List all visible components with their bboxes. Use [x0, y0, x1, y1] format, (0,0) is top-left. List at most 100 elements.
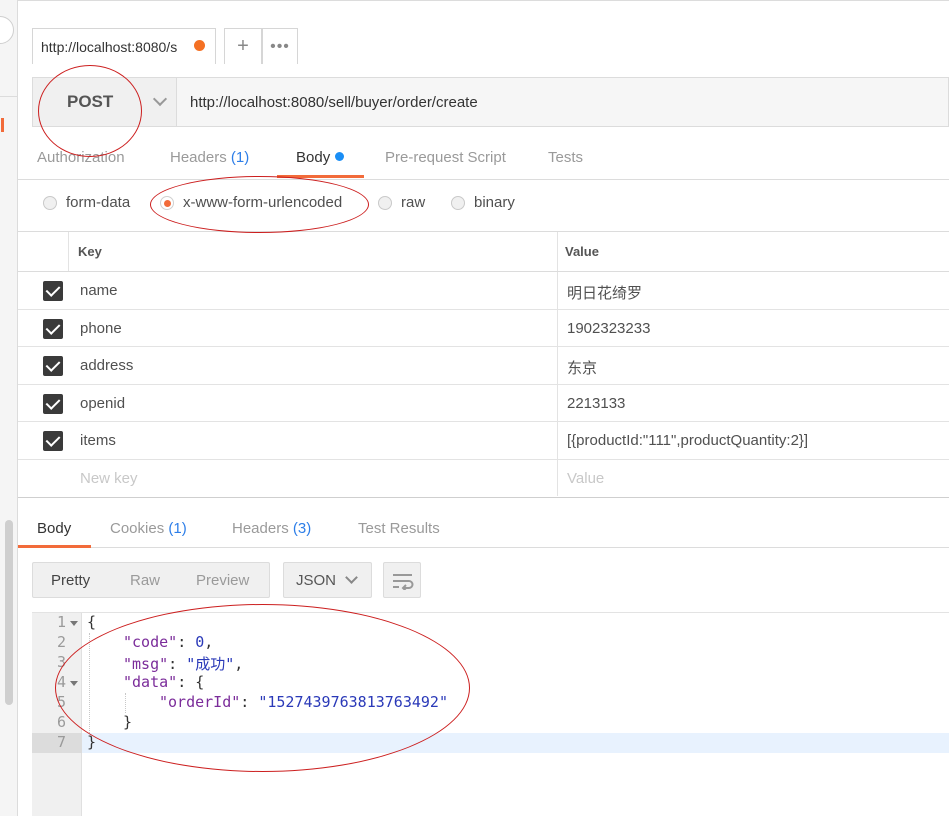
radio-icon: [378, 195, 392, 210]
request-tab[interactable]: http://localhost:8080/s: [32, 28, 216, 64]
tab-cookies[interactable]: Cookies (1): [110, 520, 187, 537]
row-enabled-checkbox[interactable]: [43, 431, 63, 452]
line-number: 4: [32, 673, 82, 693]
new-tab-button[interactable]: +: [224, 28, 262, 64]
chevron-down-icon: [345, 571, 358, 584]
format-label: JSON: [296, 572, 337, 589]
table-row: openid 2213133: [18, 385, 949, 423]
line-number: 5: [56, 693, 66, 711]
body-type-selector: form-data x-www-form-urlencoded raw bina…: [18, 184, 949, 232]
table-row: address 东京: [18, 347, 949, 385]
sidebar-toggle-button[interactable]: [0, 16, 14, 44]
tab-authorization[interactable]: Authorization: [37, 149, 125, 166]
fold-arrow-icon[interactable]: [70, 681, 78, 686]
code-line: "orderId": "1527439763813763492": [159, 693, 448, 711]
table-row: items [{productId:"111",productQuantity:…: [18, 422, 949, 460]
new-key-input[interactable]: New key: [80, 470, 138, 487]
param-key[interactable]: items: [80, 432, 116, 449]
line-number: 1: [32, 613, 82, 633]
param-value[interactable]: [{productId:"111",productQuantity:2}]: [567, 432, 808, 449]
radio-form-data[interactable]: form-data: [43, 194, 130, 211]
window-top-border: [18, 0, 949, 1]
pretty-button[interactable]: Pretty: [51, 572, 90, 589]
sidebar-scrollbar[interactable]: [5, 520, 13, 705]
table-row: name 明日花绮罗: [18, 272, 949, 310]
tab-test-results[interactable]: Test Results: [358, 520, 440, 537]
row-enabled-checkbox[interactable]: [43, 356, 63, 377]
response-section-tabs: Body Cookies (1) Headers (3) Test Result…: [18, 510, 949, 548]
table-header: Key Value: [18, 232, 949, 272]
new-param-row: New key Value: [18, 460, 949, 498]
request-tab-label: http://localhost:8080/s: [41, 38, 178, 55]
chevron-down-icon: [152, 91, 168, 107]
headers-count: (1): [230, 149, 250, 166]
format-select[interactable]: JSON: [283, 562, 372, 598]
line-number: 3: [56, 653, 66, 671]
row-enabled-checkbox[interactable]: [43, 318, 63, 339]
tab-headers[interactable]: Headers (1): [170, 149, 249, 166]
request-section-tabs: Authorization Headers (1) Body Pre-reque…: [18, 140, 949, 180]
raw-button[interactable]: Raw: [130, 572, 160, 589]
indent-guide: [89, 633, 90, 733]
param-key[interactable]: openid: [80, 395, 125, 412]
code-line: "msg": "成功",: [123, 655, 244, 673]
param-value[interactable]: 东京: [567, 357, 597, 378]
radio-binary[interactable]: binary: [451, 194, 515, 211]
code-line: "data": {: [123, 673, 205, 691]
param-key[interactable]: address: [80, 357, 133, 374]
line-number: 2: [56, 633, 66, 651]
tab-response-body[interactable]: Body: [37, 520, 71, 537]
tab-response-headers[interactable]: Headers (3): [232, 520, 311, 537]
radio-icon: [43, 195, 57, 210]
code-line: {: [87, 613, 97, 631]
param-key[interactable]: phone: [80, 320, 122, 337]
method-select[interactable]: POST: [32, 77, 176, 127]
radio-selected-icon: [160, 195, 174, 210]
radio-raw[interactable]: raw: [378, 194, 425, 211]
indent-guide: [125, 693, 126, 713]
unsaved-dot-icon: [194, 40, 205, 51]
active-tab-indicator: [277, 175, 364, 178]
tab-tests[interactable]: Tests: [548, 149, 583, 166]
param-value[interactable]: 2213133: [567, 395, 625, 412]
code-line: }: [87, 733, 97, 751]
param-value[interactable]: 1902323233: [567, 320, 650, 337]
code-line: }: [123, 713, 133, 731]
params-table: Key Value name 明日花绮罗 phone 1902323233 ad…: [18, 232, 949, 498]
response-headers-count: (3): [292, 520, 312, 537]
sidebar-divider: [0, 96, 18, 97]
wrap-lines-button[interactable]: [383, 562, 421, 598]
tab-body[interactable]: Body: [296, 149, 345, 166]
sidebar-active-marker: [1, 118, 4, 132]
url-value: http://localhost:8080/sell/buyer/order/c…: [190, 93, 478, 111]
row-enabled-checkbox[interactable]: [43, 281, 63, 301]
code-line: "code": 0,: [123, 633, 214, 651]
param-key[interactable]: name: [80, 282, 118, 299]
plus-icon: +: [237, 35, 249, 57]
value-column-header: Value: [565, 244, 599, 259]
row-enabled-checkbox[interactable]: [43, 393, 63, 414]
active-line-highlight: [82, 733, 949, 753]
sidebar-edge: [0, 0, 18, 816]
url-input[interactable]: http://localhost:8080/sell/buyer/order/c…: [176, 77, 949, 127]
view-mode-group: Pretty Raw Preview: [32, 562, 270, 598]
param-value[interactable]: 明日花绮罗: [567, 282, 642, 303]
response-body-editor[interactable]: 1 2 3 4 5 6 7 { "code": 0, "msg": "成功", …: [32, 612, 949, 816]
radio-icon: [451, 195, 465, 210]
method-label: POST: [67, 92, 114, 111]
line-number: 6: [56, 713, 66, 731]
preview-button[interactable]: Preview: [196, 572, 249, 589]
ellipsis-icon: •••: [270, 37, 290, 55]
table-row: phone 1902323233: [18, 310, 949, 348]
radio-x-www-form-urlencoded[interactable]: x-www-form-urlencoded: [160, 194, 342, 211]
modified-dot-icon: [335, 152, 345, 161]
cookies-count: (1): [168, 520, 187, 537]
wrap-lines-icon: [393, 574, 414, 590]
tab-pre-request-script[interactable]: Pre-request Script: [385, 149, 506, 166]
fold-arrow-icon[interactable]: [70, 621, 78, 626]
active-tab-indicator: [18, 545, 91, 548]
more-tabs-button[interactable]: •••: [262, 28, 298, 64]
pane-divider[interactable]: [18, 497, 949, 498]
line-number: 7: [32, 733, 82, 753]
new-value-input[interactable]: Value: [567, 470, 604, 487]
